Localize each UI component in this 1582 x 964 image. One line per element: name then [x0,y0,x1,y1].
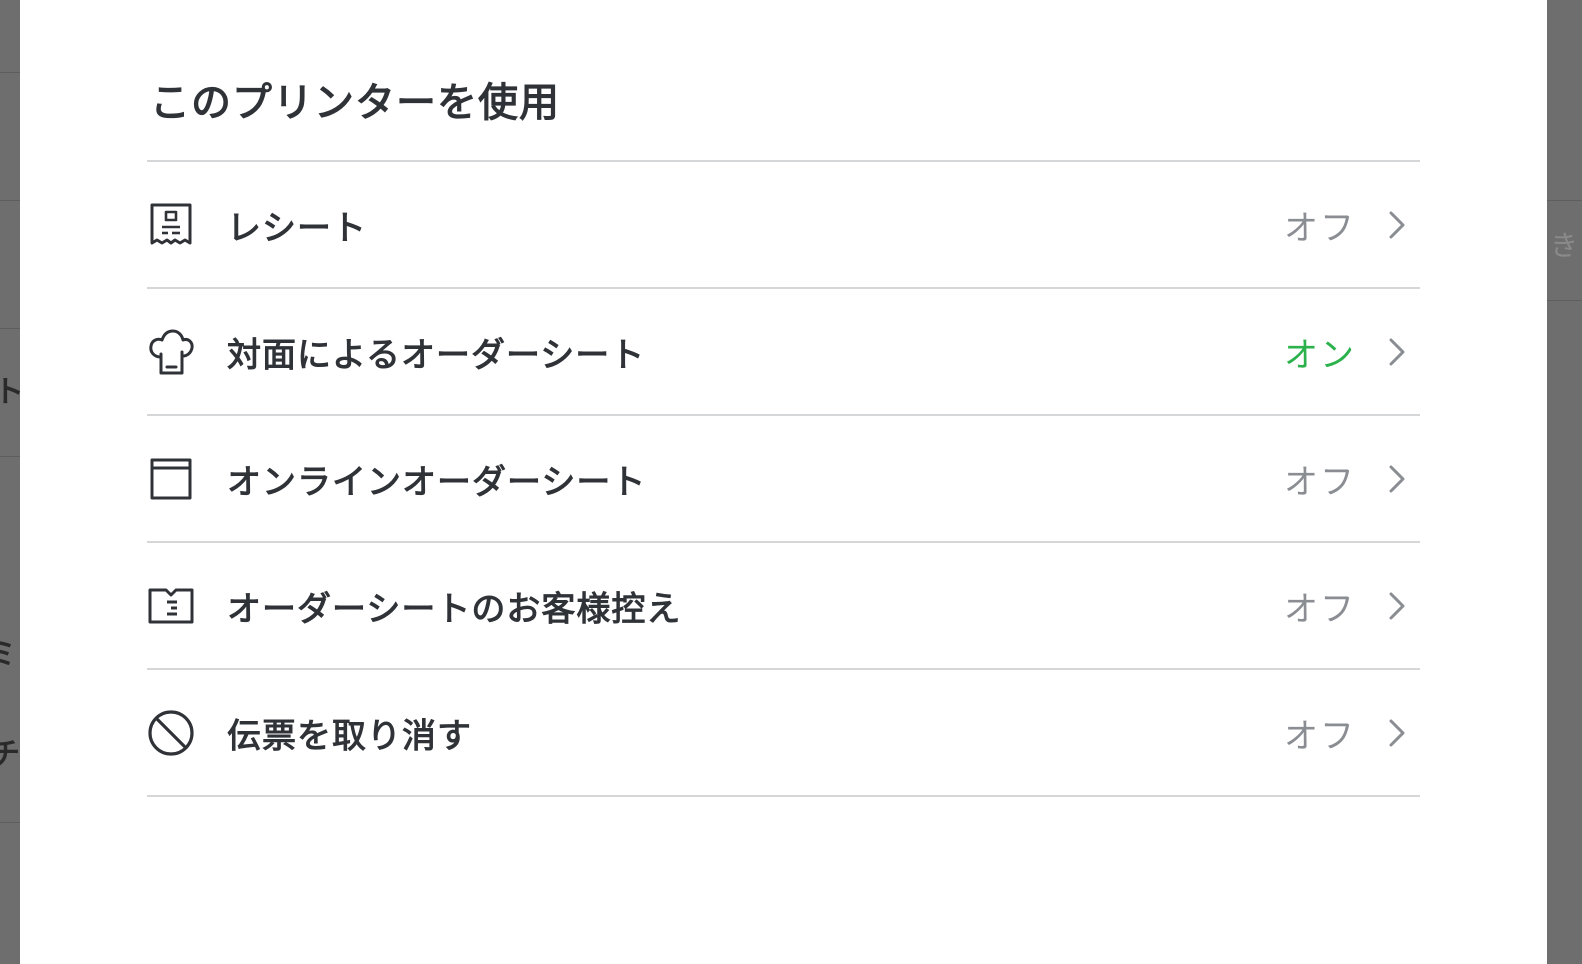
status-text: オフ [1284,716,1356,756]
background-divider [0,200,20,201]
printer-usage-sheet: このプリンターを使用 レシート オフ 対面によるオーダーシート オン オンライン… [20,0,1547,964]
background-text: チ [0,737,20,772]
row-order-sheet-customer-copy[interactable]: オーダーシートのお客様控え オフ [147,543,1420,670]
background-divider [0,456,20,457]
background-divider [0,72,20,73]
row-receipt[interactable]: レシート オフ [147,162,1420,289]
cancel-icon [147,709,195,757]
status-text: オフ [1284,589,1356,629]
background-divider [1547,200,1582,201]
row-label: 伝票を取り消す [227,716,472,756]
row-label: 対面によるオーダーシート [227,335,646,375]
receipt-icon [147,201,195,249]
background-text: き [1550,229,1579,262]
chef-hat-icon [147,328,195,376]
status-text: オン [1284,335,1356,375]
browser-window-icon [147,455,195,503]
status-text: オフ [1284,208,1356,248]
row-label: レシート [227,208,367,248]
row-in-person-order-sheet[interactable]: 対面によるオーダーシート オン [147,289,1420,416]
background-divider [0,328,20,329]
chevron-right-icon [1386,718,1408,748]
status-text: オフ [1284,462,1356,502]
chevron-right-icon [1386,591,1408,621]
background-text: ミ [0,637,16,672]
row-online-order-sheet[interactable]: オンラインオーダーシート オフ [147,416,1420,543]
row-label: オンラインオーダーシート [227,462,647,502]
ticket-icon [147,582,195,630]
background-divider [0,822,20,823]
chevron-right-icon [1386,464,1408,494]
chevron-right-icon [1386,210,1408,240]
usage-list: レシート オフ 対面によるオーダーシート オン オンラインオーダーシート オフ … [147,160,1420,797]
row-void-slip[interactable]: 伝票を取り消す オフ [147,670,1420,797]
row-label: オーダーシートのお客様控え [227,589,682,629]
sheet-title: このプリンターを使用 [150,80,560,126]
chevron-right-icon [1386,337,1408,367]
background-divider [1547,300,1582,301]
